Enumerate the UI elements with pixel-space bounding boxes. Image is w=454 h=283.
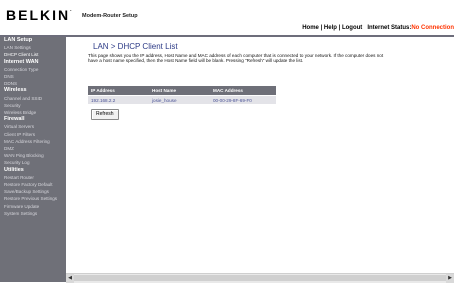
sidebar-item-system-settings[interactable]: System Settings — [0, 210, 66, 217]
sidebar-item-security-log[interactable]: Security Log — [0, 159, 66, 166]
internet-status-label: Internet Status: — [367, 25, 412, 31]
table-row: 192.168.2.2 josie_house 00-00-29-8F-69-F… — [88, 95, 276, 104]
main-content: LAN > DHCP Client List This page shows y… — [66, 37, 454, 273]
belkin-logo: BELKIN. — [6, 7, 72, 23]
sidebar-item-dns[interactable]: DNS — [0, 73, 66, 80]
sidebar-section-utilities: Utilities — [4, 166, 24, 173]
column-header-mac: MAC Address — [210, 86, 276, 96]
dhcp-client-table: IP Address Host Name MAC Address 192.168… — [88, 86, 276, 104]
logout-link[interactable]: Logout — [342, 25, 362, 31]
sidebar-item-restore-factory-default[interactable]: Restore Factory Default — [0, 181, 66, 188]
internet-status-value: No Connection — [411, 25, 454, 31]
cell-host-name: josie_house — [149, 95, 210, 104]
sidebar-item-lan-settings[interactable]: LAN Settings — [0, 44, 66, 51]
sidebar-item-dmz[interactable]: DMZ — [0, 145, 66, 152]
page-title: LAN > DHCP Client List — [93, 42, 178, 51]
sidebar-section-firewall: Firewall — [4, 116, 25, 123]
sidebar-section-internet-wan: Internet WAN — [4, 58, 39, 65]
sidebar-item-wan-ping-blocking[interactable]: WAN Ping Blocking — [0, 152, 66, 159]
sidebar-item-client-ip-filters[interactable]: Client IP Filters — [0, 131, 66, 138]
column-header-ip: IP Address — [88, 86, 149, 96]
app-title: Modem-Router Setup — [82, 13, 138, 19]
sidebar-item-ddns[interactable]: DDNS — [0, 80, 66, 87]
logo-trademark: . — [70, 7, 72, 13]
sidebar-item-restart-router[interactable]: Restart Router — [0, 174, 66, 181]
sidebar-item-security[interactable]: Security — [0, 102, 66, 109]
scroll-track[interactable] — [74, 275, 446, 281]
sidebar-item-mac-address-filtering[interactable]: MAC Address Filtering — [0, 138, 66, 145]
cell-mac-address: 00-00-29-8F-69-F0 — [210, 95, 276, 104]
logo-text: BELKIN — [6, 7, 71, 23]
sidebar-item-dhcp-client-list[interactable]: DHCP Client List — [0, 51, 66, 58]
sidebar-section-lan-setup: LAN Setup — [4, 37, 33, 43]
help-link[interactable]: Help — [324, 25, 337, 31]
separator: | — [338, 25, 341, 31]
sidebar-item-connection-type[interactable]: Connection Type — [0, 66, 66, 73]
cell-ip-address: 192.168.2.2 — [88, 95, 149, 104]
sidebar-item-firmware-update[interactable]: Firmware Update — [0, 203, 66, 210]
sidebar-section-wireless: Wireless — [4, 87, 27, 94]
separator: | — [320, 25, 323, 31]
sidebar-item-save-backup-settings[interactable]: Save/Backup Settings — [0, 188, 66, 195]
page-description: This page shows you the IP address, Host… — [88, 53, 384, 64]
sidebar-item-restore-previous-settings[interactable]: Restore Previous Settings — [0, 195, 66, 202]
home-link[interactable]: Home — [302, 25, 319, 31]
column-header-hostname: Host Name — [149, 86, 210, 96]
sidebar-item-virtual-servers[interactable]: Virtual Servers — [0, 123, 66, 130]
table-header-row: IP Address Host Name MAC Address — [88, 86, 276, 96]
sidebar-item-channel-and-ssid[interactable]: Channel and SSID — [0, 95, 66, 102]
sidebar: LAN Setup LAN Settings DHCP Client List Int… — [0, 37, 66, 282]
sidebar-item-wireless-bridge[interactable]: Wireless Bridge — [0, 109, 66, 116]
top-links: Home | Help | Logout Internet Status:No … — [302, 25, 454, 31]
refresh-button[interactable]: Refresh — [91, 109, 119, 120]
header: BELKIN. Modem-Router Setup Home | Help |… — [0, 0, 454, 37]
